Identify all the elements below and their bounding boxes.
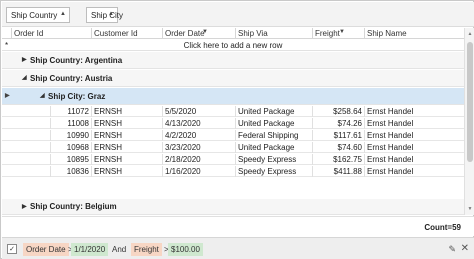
group-panel: Ship Country ▲ Ship City ▲ <box>2 2 474 27</box>
table-row[interactable]: 11072 ERNSH 5/5/2020 United Package $258… <box>2 106 464 117</box>
total-summary-panel: Count=59 <box>2 216 474 236</box>
group-row-label: Ship Country: Argentina <box>30 56 123 65</box>
column-header-order-id[interactable]: Order Id <box>11 28 91 39</box>
group-row-label: Ship Country: Austria <box>30 74 113 83</box>
group-row-austria[interactable]: ◢ Ship Country: Austria <box>2 70 464 87</box>
group-row-graz[interactable]: ▶ ◢ Ship City: Graz <box>2 88 464 105</box>
cell-ship-via[interactable]: Speedy Express <box>235 154 312 165</box>
group-chip-ship-country[interactable]: Ship Country ▲ <box>6 7 70 23</box>
cell-order-id[interactable]: 11008 <box>50 118 91 129</box>
table-row[interactable]: 10968 ERNSH 3/23/2020 United Package $74… <box>2 142 464 153</box>
column-header-order-date[interactable]: Order Date <box>162 28 235 39</box>
cell-order-date[interactable]: 4/2/2020 <box>162 130 235 141</box>
cell-customer-id[interactable]: ERNSH <box>91 130 162 141</box>
cell-ship-name[interactable]: Ernst Handel <box>364 142 464 153</box>
collapse-icon[interactable]: ◢ <box>22 70 27 87</box>
sort-ascending-icon: ▲ <box>108 11 114 17</box>
filter-icon[interactable]: ▼ <box>202 29 208 35</box>
cell-order-date[interactable]: 1/16/2020 <box>162 166 235 177</box>
cell-ship-via[interactable]: Federal Shipping <box>235 130 312 141</box>
filter-value-freight[interactable]: $100.00 <box>168 243 203 256</box>
expand-icon[interactable]: ▶ <box>22 52 27 69</box>
group-chip-label: Ship City <box>91 10 124 20</box>
filter-icon[interactable]: ▼ <box>339 29 345 35</box>
cell-order-id[interactable]: 10895 <box>50 154 91 165</box>
table-row[interactable]: 10990 ERNSH 4/2/2020 Federal Shipping $1… <box>2 130 464 141</box>
new-item-row[interactable]: * Click here to add a new row <box>2 40 464 51</box>
filter-panel: ✓ Order Date > 1/1/2020 And Freight > $1… <box>2 237 474 259</box>
cell-freight[interactable]: $74.26 <box>312 118 364 129</box>
cell-ship-via[interactable]: United Package <box>235 142 312 153</box>
column-header-customer-id[interactable]: Customer Id <box>91 28 162 39</box>
cell-ship-via[interactable]: United Package <box>235 106 312 117</box>
filter-logical-operator[interactable]: And <box>109 243 129 256</box>
group-row-belgium[interactable]: ▶ Ship Country: Belgium <box>2 199 464 215</box>
table-row[interactable]: 11008 ERNSH 4/13/2020 United Package $74… <box>2 118 464 129</box>
filter-value-date[interactable]: 1/1/2020 <box>71 243 109 256</box>
group-row-label: Ship Country: Belgium <box>30 202 117 211</box>
cell-ship-via[interactable]: United Package <box>235 118 312 129</box>
cell-ship-name[interactable]: Ernst Handel <box>364 106 464 117</box>
table-row[interactable]: 10895 ERNSH 2/18/2020 Speedy Express $16… <box>2 154 464 165</box>
expand-icon[interactable]: ▶ <box>22 199 27 215</box>
table-row[interactable]: 10836 ERNSH 1/16/2020 Speedy Express $41… <box>2 166 464 177</box>
filter-enabled-checkbox[interactable]: ✓ <box>7 244 17 254</box>
cell-order-id[interactable]: 10990 <box>50 130 91 141</box>
scrollbar-thumb[interactable] <box>467 42 473 162</box>
cell-freight[interactable]: $258.64 <box>312 106 364 117</box>
cell-customer-id[interactable]: ERNSH <box>91 142 162 153</box>
cell-ship-name[interactable]: Ernst Handel <box>364 118 464 129</box>
new-row-text: Click here to add a new row <box>183 41 283 50</box>
close-icon[interactable]: ✕ <box>461 243 469 254</box>
cell-ship-via[interactable]: Speedy Express <box>235 166 312 177</box>
cell-customer-id[interactable]: ERNSH <box>91 154 162 165</box>
cell-order-date[interactable]: 2/18/2020 <box>162 154 235 165</box>
cell-order-id[interactable]: 10968 <box>50 142 91 153</box>
column-header-label: Order Date <box>165 29 205 38</box>
column-header-ship-name[interactable]: Ship Name <box>364 28 464 39</box>
cell-order-id[interactable]: 11072 <box>50 106 91 117</box>
cell-ship-name[interactable]: Ernst Handel <box>364 130 464 141</box>
summary-count: Count=59 <box>424 223 461 232</box>
column-header-row: Order Id Customer Id Order Date ▼ Ship V… <box>2 28 464 39</box>
sort-ascending-icon: ▲ <box>60 11 66 17</box>
cell-customer-id[interactable]: ERNSH <box>91 166 162 177</box>
group-row-argentina[interactable]: ▶ Ship Country: Argentina <box>2 52 464 69</box>
cell-freight[interactable]: $74.60 <box>312 142 364 153</box>
cell-freight[interactable]: $162.75 <box>312 154 364 165</box>
cell-freight[interactable]: $117.61 <box>312 130 364 141</box>
filter-field-order-date[interactable]: Order Date <box>23 243 69 256</box>
cell-ship-name[interactable]: Ernst Handel <box>364 154 464 165</box>
cell-freight[interactable]: $411.88 <box>312 166 364 177</box>
collapse-icon[interactable]: ◢ <box>40 88 45 105</box>
cell-order-date[interactable]: 5/5/2020 <box>162 106 235 117</box>
cell-order-date[interactable]: 3/23/2020 <box>162 142 235 153</box>
group-chip-label: Ship Country <box>11 10 58 20</box>
data-grid: Ship Country ▲ Ship City ▲ Order Id Cust… <box>0 0 474 259</box>
current-row-indicator-icon: ▶ <box>5 93 10 99</box>
cell-order-id[interactable]: 10836 <box>50 166 91 177</box>
group-row-label: Ship City: Graz <box>48 92 106 101</box>
cell-customer-id[interactable]: ERNSH <box>91 118 162 129</box>
cell-order-date[interactable]: 4/13/2020 <box>162 118 235 129</box>
column-header-label: Freight <box>315 29 340 38</box>
scroll-down-icon[interactable]: ▼ <box>466 205 474 213</box>
column-header-freight[interactable]: Freight <box>312 28 364 39</box>
column-header-ship-via[interactable]: Ship Via <box>235 28 312 39</box>
cell-ship-name[interactable]: Ernst Handel <box>364 166 464 177</box>
vertical-scrollbar[interactable]: ▲ ▼ <box>464 28 474 215</box>
filter-field-freight[interactable]: Freight <box>131 243 162 256</box>
group-chip-ship-city[interactable]: Ship City ▲ <box>86 7 123 23</box>
scroll-up-icon[interactable]: ▲ <box>466 30 474 38</box>
cell-customer-id[interactable]: ERNSH <box>91 106 162 117</box>
edit-filter-icon[interactable]: ✎ <box>448 244 456 255</box>
